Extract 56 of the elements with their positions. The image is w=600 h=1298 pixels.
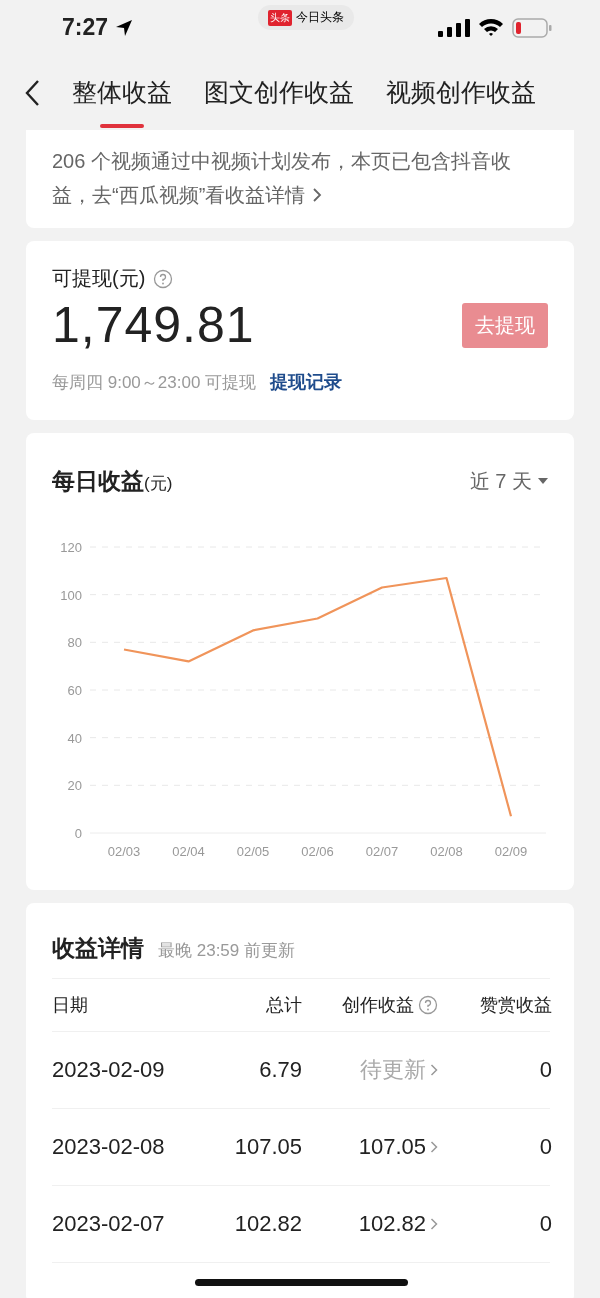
x-tick-label: 02/08 xyxy=(430,844,463,859)
daily-title: 每日收益 xyxy=(52,466,144,496)
range-dropdown[interactable]: 近 7 天 xyxy=(469,467,548,495)
x-tick-label: 02/05 xyxy=(236,844,270,859)
y-tick-label: 60 xyxy=(67,683,82,698)
reward-cell: 0 xyxy=(539,1057,552,1083)
y-tick-label: 20 xyxy=(67,778,82,794)
details-title: 收益详情 xyxy=(52,934,144,963)
date-cell: 2023-02-09 xyxy=(52,1057,165,1083)
x-tick-label: 02/03 xyxy=(107,844,141,859)
back-to-app-pill[interactable]: 头条 今日头条 xyxy=(258,5,354,30)
tab[interactable]: 视频创作收益 xyxy=(386,60,536,125)
notice-text: 206 个视频通过中视频计划发布，本页已包含抖音收益，去“西瓜视频”看收益详情 xyxy=(52,149,512,208)
chevron-right-icon xyxy=(430,1063,438,1077)
column-header: 总计 xyxy=(266,994,302,1017)
caret-down-icon xyxy=(538,478,548,484)
x-tick-label: 02/04 xyxy=(172,844,205,859)
x-tick-label: 02/09 xyxy=(494,844,528,859)
y-tick-label: 120 xyxy=(60,540,82,555)
wifi-icon xyxy=(478,18,504,37)
column-header: 日期 xyxy=(52,994,88,1017)
tab[interactable]: 整体收益 xyxy=(72,60,172,125)
column-header: 赞赏收益 xyxy=(480,994,552,1017)
creation-earnings-cell[interactable]: 107.05 xyxy=(358,1134,426,1160)
y-tick-label: 0 xyxy=(74,826,82,841)
reward-cell: 0 xyxy=(539,1134,552,1160)
chevron-right-icon xyxy=(311,186,324,204)
battery-icon xyxy=(512,17,552,38)
total-cell: 6.79 xyxy=(259,1057,302,1083)
tab[interactable]: 图文创作收益 xyxy=(204,60,354,125)
x-tick-label: 02/07 xyxy=(365,844,399,859)
reward-cell: 0 xyxy=(539,1211,552,1237)
daily-unit: (元) xyxy=(144,473,173,495)
notice-card[interactable]: 206 个视频通过中视频计划发布，本页已包含抖音收益，去“西瓜视频”看收益详情 xyxy=(26,130,574,228)
total-cell: 107.05 xyxy=(234,1134,302,1160)
date-cell: 2023-02-07 xyxy=(52,1211,165,1237)
status-time: 7:27 xyxy=(62,14,109,41)
signal-icon xyxy=(438,18,470,37)
y-tick-label: 40 xyxy=(67,730,82,746)
withdraw-amount: 1,749.81 xyxy=(52,296,255,354)
chevron-right-icon xyxy=(430,1140,438,1154)
help-icon[interactable] xyxy=(153,268,174,289)
total-cell: 102.82 xyxy=(234,1211,302,1237)
help-icon[interactable] xyxy=(418,995,438,1015)
column-header: 创作收益 xyxy=(342,994,414,1017)
y-tick-label: 100 xyxy=(60,587,82,603)
location-icon xyxy=(114,17,135,38)
withdraw-history-link[interactable]: 提现记录 xyxy=(270,370,343,394)
withdraw-label: 可提现(元) xyxy=(52,266,146,291)
chevron-right-icon xyxy=(430,1217,438,1231)
date-cell: 2023-02-08 xyxy=(52,1134,165,1160)
creation-earnings-cell[interactable]: 102.82 xyxy=(358,1211,426,1237)
y-tick-label: 80 xyxy=(67,635,82,651)
withdraw-schedule: 每周四 9:00～23:00 可提现 xyxy=(52,371,257,394)
x-tick-label: 02/06 xyxy=(301,844,334,859)
update-note: 最晚 23:59 前更新 xyxy=(158,940,295,962)
